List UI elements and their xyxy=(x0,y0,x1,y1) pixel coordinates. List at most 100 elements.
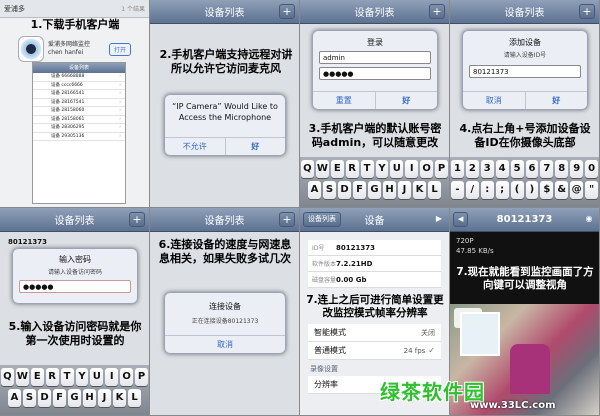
reset-button[interactable]: 重置 xyxy=(313,92,375,109)
key[interactable]: K xyxy=(413,181,426,199)
open-app-button[interactable]: 打开 xyxy=(108,42,131,56)
key[interactable]: G xyxy=(68,389,81,407)
key[interactable]: $ xyxy=(540,181,554,199)
key[interactable]: T xyxy=(360,160,374,178)
key[interactable]: & xyxy=(555,181,569,199)
key[interactable]: U xyxy=(90,368,104,386)
username-field[interactable]: admin xyxy=(319,51,431,64)
key[interactable]: 4 xyxy=(495,160,509,178)
key[interactable]: R xyxy=(345,160,359,178)
device-list-item[interactable]: 80121373 xyxy=(8,238,47,246)
key[interactable]: ( xyxy=(510,181,524,199)
key[interactable]: / xyxy=(465,181,479,199)
key[interactable]: J xyxy=(98,389,111,407)
key[interactable]: 8 xyxy=(555,160,569,178)
play-icon[interactable]: ▶ xyxy=(433,213,445,225)
key[interactable]: D xyxy=(38,389,51,407)
deny-button[interactable]: 不允许 xyxy=(165,138,225,155)
key[interactable]: 5 xyxy=(510,160,524,178)
add-device-button[interactable]: + xyxy=(429,4,445,19)
key[interactable]: F xyxy=(353,181,366,199)
key[interactable]: K xyxy=(113,389,126,407)
key[interactable]: - xyxy=(450,181,464,199)
key[interactable]: 1 xyxy=(450,160,464,178)
key[interactable]: 6 xyxy=(525,160,539,178)
caption-step5: 5.输入设备访问密码就是你第一次使用时设置的 xyxy=(8,320,142,347)
key[interactable]: P xyxy=(435,160,449,178)
key[interactable]: : xyxy=(480,181,494,199)
list-item[interactable]: 设备 29305136 › xyxy=(33,133,125,141)
ok-button[interactable]: 好 xyxy=(374,92,438,109)
allow-button[interactable]: 好 xyxy=(224,138,286,155)
key[interactable]: O xyxy=(120,368,134,386)
key[interactable]: 7 xyxy=(540,160,554,178)
key[interactable]: S xyxy=(23,389,36,407)
add-device-button[interactable]: + xyxy=(279,212,295,227)
cancel-button[interactable]: 取消 xyxy=(463,92,525,109)
key[interactable]: ) xyxy=(525,181,539,199)
key[interactable]: @ xyxy=(570,181,584,199)
key[interactable]: P xyxy=(135,368,149,386)
normal-mode-row[interactable]: 普通模式 24 fps ✓ xyxy=(308,342,441,360)
cancel-button[interactable]: 取消 xyxy=(165,336,285,353)
key[interactable]: A xyxy=(8,389,21,407)
key[interactable]: W xyxy=(15,368,29,386)
caption-step2: 2.手机客户端支持远程对讲所以允许它访问麦克风 xyxy=(159,48,293,75)
list-item[interactable]: 设备 28166541 › xyxy=(33,90,125,99)
key[interactable]: 2 xyxy=(465,160,479,178)
back-icon[interactable]: ◀ xyxy=(453,212,469,227)
key[interactable]: W xyxy=(315,160,329,178)
search-bar[interactable]: 爱浦多 1 个结果 xyxy=(0,0,149,18)
key[interactable]: Q xyxy=(300,160,314,178)
key[interactable]: Y xyxy=(375,160,389,178)
key[interactable]: H xyxy=(383,181,396,199)
key[interactable]: S xyxy=(323,181,336,199)
key[interactable]: A xyxy=(308,181,321,199)
device-id-field[interactable]: 80121373 xyxy=(469,65,581,78)
key[interactable]: I xyxy=(105,368,119,386)
key[interactable]: I xyxy=(405,160,419,178)
key[interactable]: D xyxy=(338,181,351,199)
key[interactable]: L xyxy=(428,181,441,199)
version-row: 软件版本 7.2.21HD xyxy=(308,256,441,272)
key[interactable]: 0 xyxy=(585,160,599,178)
key[interactable]: Q xyxy=(0,368,14,386)
key[interactable]: 9 xyxy=(570,160,584,178)
key[interactable]: 3 xyxy=(480,160,494,178)
key[interactable]: ; xyxy=(495,181,509,199)
key[interactable]: T xyxy=(60,368,74,386)
key[interactable]: J xyxy=(398,181,411,199)
key[interactable]: L xyxy=(128,389,141,407)
key[interactable]: " xyxy=(585,181,599,199)
keyboard[interactable]: QWERTYUIOP ASDFGHJKL xyxy=(300,157,449,207)
key[interactable]: G xyxy=(368,181,381,199)
camera-icon[interactable]: ◉ xyxy=(583,213,595,225)
chevron-right-icon: › xyxy=(119,108,121,113)
app-result-row[interactable]: 爱浦多网络监控 chen hanfei 打开 xyxy=(0,32,149,66)
list-item[interactable]: 设备 28158060 › xyxy=(33,107,125,116)
key[interactable]: R xyxy=(45,368,59,386)
add-device-button[interactable]: + xyxy=(279,4,295,19)
ok-button[interactable]: 好 xyxy=(524,92,588,109)
search-query[interactable]: 爱浦多 xyxy=(4,4,121,14)
list-item[interactable]: 设备 28306295 › xyxy=(33,124,125,133)
key[interactable]: H xyxy=(83,389,96,407)
key[interactable]: O xyxy=(420,160,434,178)
add-device-button[interactable]: + xyxy=(579,4,595,19)
list-item[interactable]: 设备 28158061 › xyxy=(33,116,125,124)
password-field[interactable]: ●●●●● xyxy=(19,280,131,293)
key[interactable]: F xyxy=(53,389,66,407)
password-field[interactable]: ●●●●● xyxy=(319,67,431,80)
list-item[interactable]: 设备 cccc6666 › xyxy=(33,82,125,90)
key[interactable]: Y xyxy=(75,368,89,386)
list-item[interactable]: 设备 28167541 › xyxy=(33,99,125,107)
keyboard[interactable]: QWERTYUIOP ASDFGHJKL xyxy=(0,365,149,415)
key[interactable]: E xyxy=(330,160,344,178)
smart-mode-row[interactable]: 智能模式 关闭 xyxy=(308,324,441,342)
key[interactable]: E xyxy=(30,368,44,386)
key[interactable]: U xyxy=(390,160,404,178)
list-item[interactable]: 设备 66668888 › xyxy=(33,73,125,82)
back-button[interactable]: 设备列表 xyxy=(303,212,341,227)
add-device-button[interactable]: + xyxy=(129,212,145,227)
numeric-keyboard[interactable]: 1234567890 - /:;() $ & @ " xyxy=(450,157,599,207)
